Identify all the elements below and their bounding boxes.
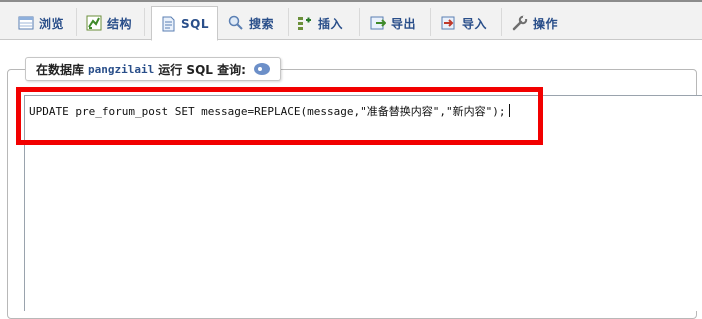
tab-browse-label: 浏览 xyxy=(39,16,65,31)
insert-icon xyxy=(297,15,313,31)
tab-separator xyxy=(359,8,360,36)
tab-sql-label: SQL xyxy=(181,16,209,31)
tab-sql[interactable]: SQL xyxy=(151,6,218,41)
table-browse-icon xyxy=(18,15,34,31)
tab-browse[interactable]: 浏览 xyxy=(18,6,64,40)
structure-icon xyxy=(86,15,102,31)
tab-insert-label: 插入 xyxy=(318,16,344,31)
tab-separator xyxy=(144,8,145,36)
tab-search-label: 搜索 xyxy=(249,16,275,31)
tab-search[interactable]: 搜索 xyxy=(228,6,274,40)
tab-bar: 浏览 结构 SQL 搜索 插入 导出 导入 操作 xyxy=(0,2,702,41)
import-icon xyxy=(441,15,457,31)
tab-structure[interactable]: 结构 xyxy=(86,6,132,40)
magnifier-icon xyxy=(228,15,244,31)
tab-separator xyxy=(76,8,77,36)
tab-separator xyxy=(288,8,289,36)
tab-separator xyxy=(501,8,502,36)
tab-import[interactable]: 导入 xyxy=(441,6,487,40)
tab-export[interactable]: 导出 xyxy=(370,6,416,40)
tab-import-label: 导入 xyxy=(462,16,488,31)
highlight-annotation-box xyxy=(16,87,543,145)
help-icon[interactable] xyxy=(253,63,270,75)
tab-export-label: 导出 xyxy=(391,16,417,31)
database-name-link[interactable]: pangzilail xyxy=(88,63,154,76)
sql-panel-legend: 在数据库 pangzilail 运行 SQL 查询: xyxy=(25,57,281,81)
tab-structure-label: 结构 xyxy=(107,16,133,31)
export-icon xyxy=(370,15,387,31)
tab-operations-label: 操作 xyxy=(533,16,559,31)
legend-prefix: 在数据库 xyxy=(36,62,85,77)
wrench-icon xyxy=(512,15,528,31)
legend-suffix: 运行 SQL 查询: xyxy=(158,62,246,77)
tab-separator xyxy=(430,8,431,36)
sql-page-icon xyxy=(160,16,176,32)
tab-operations[interactable]: 操作 xyxy=(512,6,558,40)
tab-insert[interactable]: 插入 xyxy=(297,6,343,40)
